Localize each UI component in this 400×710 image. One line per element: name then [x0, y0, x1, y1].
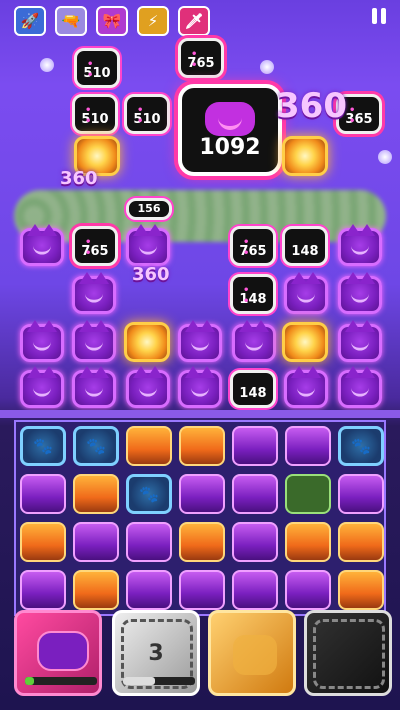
- combo-score: 360: [132, 264, 170, 285]
- unicorn-cat-card[interactable]: [14, 610, 102, 696]
- purple-cat-block[interactable]: [338, 272, 382, 314]
- bow-power-icon[interactable]: 🎀: [96, 6, 128, 36]
- unicorn-cat-icon: [37, 631, 89, 671]
- purple-jar-tile[interactable]: [126, 570, 172, 610]
- chained-card[interactable]: 3: [112, 610, 200, 696]
- orange-jar-tile[interactable]: [20, 522, 66, 562]
- purple-jar-tile[interactable]: [20, 570, 66, 610]
- combo-score: 360: [60, 168, 98, 189]
- number-block[interactable]: • • 510: [74, 48, 120, 88]
- purple-cat-block[interactable]: [20, 366, 64, 408]
- purple-jar-tile[interactable]: [126, 522, 172, 562]
- purple-jar-tile[interactable]: [232, 522, 278, 562]
- number-block[interactable]: 148: [282, 226, 328, 266]
- purple-cat-block[interactable]: [126, 224, 170, 266]
- purple-jar-tile[interactable]: [232, 426, 278, 466]
- green-bear-tile[interactable]: [285, 474, 331, 514]
- number-block[interactable]: • • 148: [230, 274, 276, 314]
- golden-block[interactable]: [282, 322, 328, 362]
- golden-block[interactable]: [282, 136, 328, 176]
- purple-cat-block[interactable]: [338, 320, 382, 362]
- combo-score: 360: [276, 86, 347, 126]
- paw-tile[interactable]: [338, 426, 384, 466]
- orange-jar-tile[interactable]: [338, 522, 384, 562]
- purple-cat-block[interactable]: [338, 366, 382, 408]
- purple-jar-tile[interactable]: [179, 570, 225, 610]
- board-divider: [0, 410, 400, 418]
- cat-silhouette-icon: [233, 635, 277, 675]
- purple-cat-block[interactable]: [126, 366, 170, 408]
- purple-cat-block[interactable]: [284, 366, 328, 408]
- match-grid: [14, 420, 386, 616]
- number-block[interactable]: • • 765: [178, 38, 224, 78]
- purple-jar-tile[interactable]: [73, 522, 119, 562]
- golden-block[interactable]: [124, 322, 170, 362]
- purple-jar-tile[interactable]: [232, 474, 278, 514]
- orange-jar-tile[interactable]: [285, 522, 331, 562]
- purple-jar-tile[interactable]: [338, 474, 384, 514]
- purple-cat-block[interactable]: [72, 272, 116, 314]
- cat-face-icon: [205, 102, 255, 136]
- purple-cat-block[interactable]: [178, 320, 222, 362]
- number-block[interactable]: 148: [230, 370, 276, 408]
- paw-tile[interactable]: [126, 474, 172, 514]
- purple-cat-block[interactable]: [72, 366, 116, 408]
- green-cloud: [14, 190, 386, 242]
- purple-jar-tile[interactable]: [232, 570, 278, 610]
- orange-jar-tile[interactable]: [126, 426, 172, 466]
- orange-jar-tile[interactable]: [338, 570, 384, 610]
- orange-jar-tile[interactable]: [73, 474, 119, 514]
- purple-jar-tile[interactable]: [285, 570, 331, 610]
- purple-cat-block[interactable]: [178, 366, 222, 408]
- number-block[interactable]: • • 510: [72, 94, 118, 134]
- paw-tile[interactable]: [20, 426, 66, 466]
- orange-jar-tile[interactable]: [73, 570, 119, 610]
- gun-power-icon[interactable]: 🔫: [55, 6, 87, 36]
- game-board: • • 510 • • 765 • • 510 • • 510 • • 365 1092 …: [14, 38, 386, 410]
- pause-icon[interactable]: [372, 8, 390, 26]
- charge-bar: [123, 677, 195, 685]
- orange-jar-tile[interactable]: [179, 522, 225, 562]
- purple-cat-block[interactable]: [20, 320, 64, 362]
- battery-power-icon[interactable]: ⚡: [137, 6, 169, 36]
- purple-cat-block[interactable]: [20, 224, 64, 266]
- purple-cat-block[interactable]: [284, 272, 328, 314]
- big-number-block[interactable]: 1092: [178, 84, 282, 176]
- locked-card[interactable]: [304, 610, 392, 696]
- number-block[interactable]: 156: [126, 198, 172, 220]
- rocket-power-icon[interactable]: 🚀: [14, 6, 46, 36]
- number-block[interactable]: • • 765: [230, 226, 276, 266]
- purple-jar-tile[interactable]: [20, 474, 66, 514]
- golden-card[interactable]: [208, 610, 296, 696]
- paw-tile[interactable]: [73, 426, 119, 466]
- charge-bar: [25, 677, 97, 685]
- orange-jar-tile[interactable]: [179, 426, 225, 466]
- purple-cat-block[interactable]: [338, 224, 382, 266]
- number-block[interactable]: • • 765: [72, 226, 118, 266]
- purple-cat-block[interactable]: [232, 320, 276, 362]
- purple-jar-tile[interactable]: [179, 474, 225, 514]
- purple-cat-block[interactable]: [72, 320, 116, 362]
- chain-icon: [313, 619, 385, 689]
- number-block[interactable]: • • 510: [124, 94, 170, 134]
- sword-power-icon[interactable]: 🗡: [178, 6, 210, 36]
- purple-jar-tile[interactable]: [285, 426, 331, 466]
